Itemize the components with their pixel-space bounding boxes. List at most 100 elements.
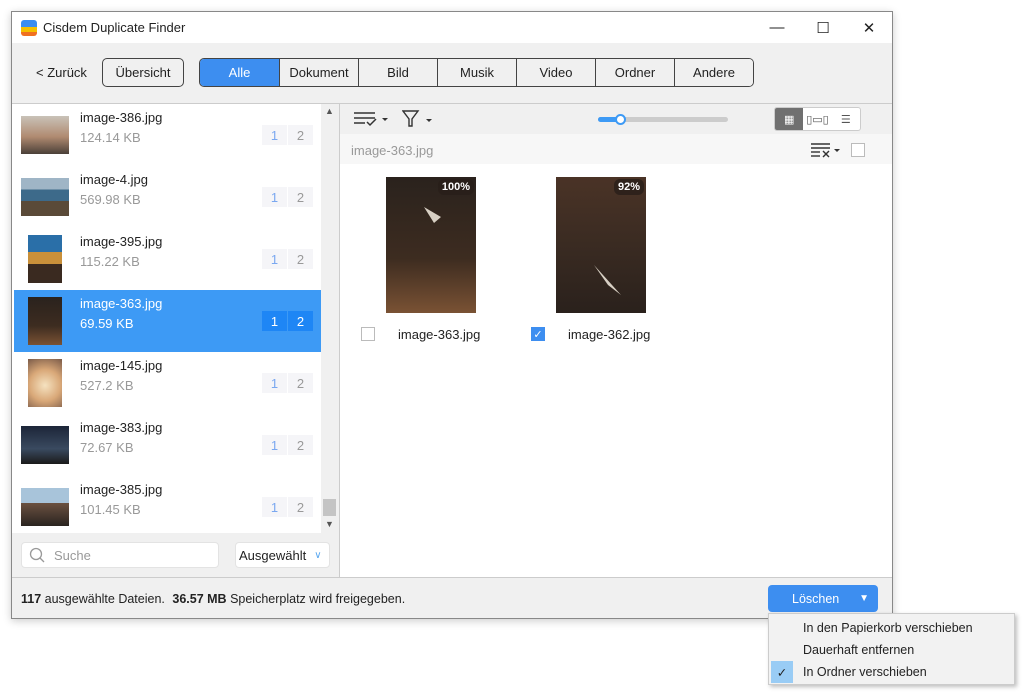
image-thumbnail: [28, 235, 62, 283]
deselect-options-icon[interactable]: [810, 142, 844, 158]
search-input[interactable]: Suche: [21, 542, 219, 568]
grid-view-icon[interactable]: ▦: [775, 108, 804, 130]
tab-dokument[interactable]: Dokument: [279, 59, 358, 86]
tab-andere[interactable]: Andere: [674, 59, 753, 86]
slider-knob[interactable]: [615, 114, 627, 125]
item-name: image-395.jpg: [80, 234, 163, 249]
list-scrollbar[interactable]: ▲ ▼: [321, 104, 338, 533]
item-name: image-363.jpg: [80, 296, 163, 311]
badge-1: 1: [262, 497, 287, 517]
list-view-icon[interactable]: ☰: [832, 108, 860, 130]
item-size: 527.2 KB: [80, 378, 134, 393]
tab-bild[interactable]: Bild: [358, 59, 437, 86]
duplicate-group-panel: image-386.jpg 124.14 KB 12 image-4.jpg 5…: [12, 103, 339, 577]
badge-2: 2: [288, 249, 313, 269]
thumbnail-size-slider[interactable]: [598, 114, 728, 125]
item-size: 124.14 KB: [80, 130, 141, 145]
menu-item-delete-permanently[interactable]: Dauerhaft entfernen: [769, 639, 1014, 661]
group-title: image-363.jpg: [351, 143, 434, 158]
window-title: Cisdem Duplicate Finder: [43, 20, 186, 35]
item-name: image-385.jpg: [80, 482, 163, 497]
list-item[interactable]: image-4.jpg 569.98 KB 12: [14, 166, 321, 228]
image-thumbnail: [21, 488, 69, 526]
close-button[interactable]: ✕: [846, 12, 892, 43]
image-thumbnail: [28, 359, 62, 407]
status-bar: 117 ausgewählte Dateien. 36.57 MB Speich…: [12, 577, 892, 618]
file-name: image-363.jpg: [398, 327, 481, 342]
badge-2: 2: [288, 187, 313, 207]
badge-2: 2: [288, 373, 313, 393]
selection-filter-value: Ausgewählt: [239, 547, 307, 563]
file-name: image-362.jpg: [568, 327, 651, 342]
list-item[interactable]: image-145.jpg 527.2 KB 12: [14, 352, 321, 414]
item-size: 569.98 KB: [80, 192, 141, 207]
tab-alle[interactable]: Alle: [200, 59, 279, 86]
selected-count-label: ausgewählte Dateien.: [44, 592, 165, 606]
badge-2: 2: [288, 435, 313, 455]
item-size: 115.22 KB: [80, 254, 140, 269]
menu-item-move-to-trash[interactable]: In den Papierkorb verschieben: [769, 617, 1014, 639]
tab-video[interactable]: Video: [516, 59, 595, 86]
item-size: 69.59 KB: [80, 316, 134, 331]
item-name: image-4.jpg: [80, 172, 148, 187]
back-button[interactable]: < Zurück: [36, 65, 87, 80]
dropdown-arrow-icon[interactable]: ▼: [859, 593, 869, 604]
list-item[interactable]: image-386.jpg 124.14 KB 12: [14, 104, 321, 166]
title-bar: Cisdem Duplicate Finder — ☐ ✕: [12, 12, 892, 43]
image-thumbnail: [21, 116, 69, 154]
detail-panel: ▦ ▯▭▯ ☰ image-363.jpg 100% image-363.jpg…: [340, 103, 892, 577]
app-logo-icon: [21, 19, 37, 36]
filter-icon[interactable]: [402, 109, 434, 129]
delete-options-menu: In den Papierkorb verschieben Dauerhaft …: [768, 613, 1015, 685]
freed-size-label: Speicherplatz wird freigegeben.: [230, 592, 406, 606]
maximize-button[interactable]: ☐: [800, 12, 846, 43]
image-thumbnail: [21, 178, 69, 216]
scroll-down-icon[interactable]: ▼: [325, 519, 334, 529]
badge-1: 1: [262, 311, 287, 331]
item-size: 101.45 KB: [80, 502, 141, 517]
chevron-down-icon: ∨: [314, 549, 322, 561]
duplicate-count-badges: 12: [262, 311, 314, 331]
select-options-icon[interactable]: [353, 110, 391, 128]
list-item[interactable]: image-385.jpg 101.45 KB 12: [14, 476, 321, 533]
delete-button[interactable]: Löschen ▼: [768, 585, 878, 612]
scrollbar-thumb[interactable]: [323, 499, 336, 516]
freed-size: 36.57 MB: [172, 592, 227, 606]
file-card[interactable]: 100%: [386, 177, 476, 313]
tab-musik[interactable]: Musik: [437, 59, 516, 86]
duplicate-count-badges: 12: [262, 187, 314, 207]
file-checkbox-checked[interactable]: ✓: [531, 327, 545, 341]
badge-1: 1: [262, 373, 287, 393]
file-checkbox[interactable]: [361, 327, 375, 341]
list-item[interactable]: image-363.jpg 69.59 KB 12: [14, 290, 321, 352]
file-card[interactable]: 92%: [556, 177, 646, 313]
badge-1: 1: [262, 249, 287, 269]
selected-count: 117: [21, 592, 42, 606]
image-thumbnail: [28, 297, 62, 345]
carousel-view-icon[interactable]: ▯▭▯: [803, 108, 831, 130]
badge-2: 2: [288, 497, 313, 517]
group-header: image-363.jpg: [340, 134, 892, 164]
duplicate-group-list: image-386.jpg 124.14 KB 12 image-4.jpg 5…: [12, 104, 321, 533]
item-size: 72.67 KB: [80, 440, 134, 455]
duplicate-count-badges: 12: [262, 435, 314, 455]
duplicate-count-badges: 12: [262, 249, 314, 269]
category-tabs: Alle Dokument Bild Musik Video Ordner An…: [199, 58, 754, 87]
image-thumbnail: [386, 177, 476, 313]
item-name: image-145.jpg: [80, 358, 163, 373]
menu-item-move-to-folder[interactable]: ✓ In Ordner verschieben: [769, 661, 1014, 683]
list-item[interactable]: image-395.jpg 115.22 KB 12: [14, 228, 321, 290]
duplicate-count-badges: 12: [262, 125, 314, 145]
duplicate-count-badges: 12: [262, 373, 314, 393]
minimize-button[interactable]: —: [754, 12, 800, 43]
delete-label: Löschen: [792, 591, 840, 606]
scroll-up-icon[interactable]: ▲: [325, 106, 334, 116]
overview-button[interactable]: Übersicht: [102, 58, 184, 87]
similarity-badge: 100%: [437, 179, 474, 195]
tab-ordner[interactable]: Ordner: [595, 59, 674, 86]
similarity-badge: 92%: [613, 179, 644, 195]
list-item[interactable]: image-383.jpg 72.67 KB 12: [14, 414, 321, 476]
select-all-checkbox[interactable]: [851, 143, 865, 157]
item-name: image-386.jpg: [80, 110, 163, 125]
selection-filter-dropdown[interactable]: Ausgewählt ∨: [235, 542, 330, 568]
